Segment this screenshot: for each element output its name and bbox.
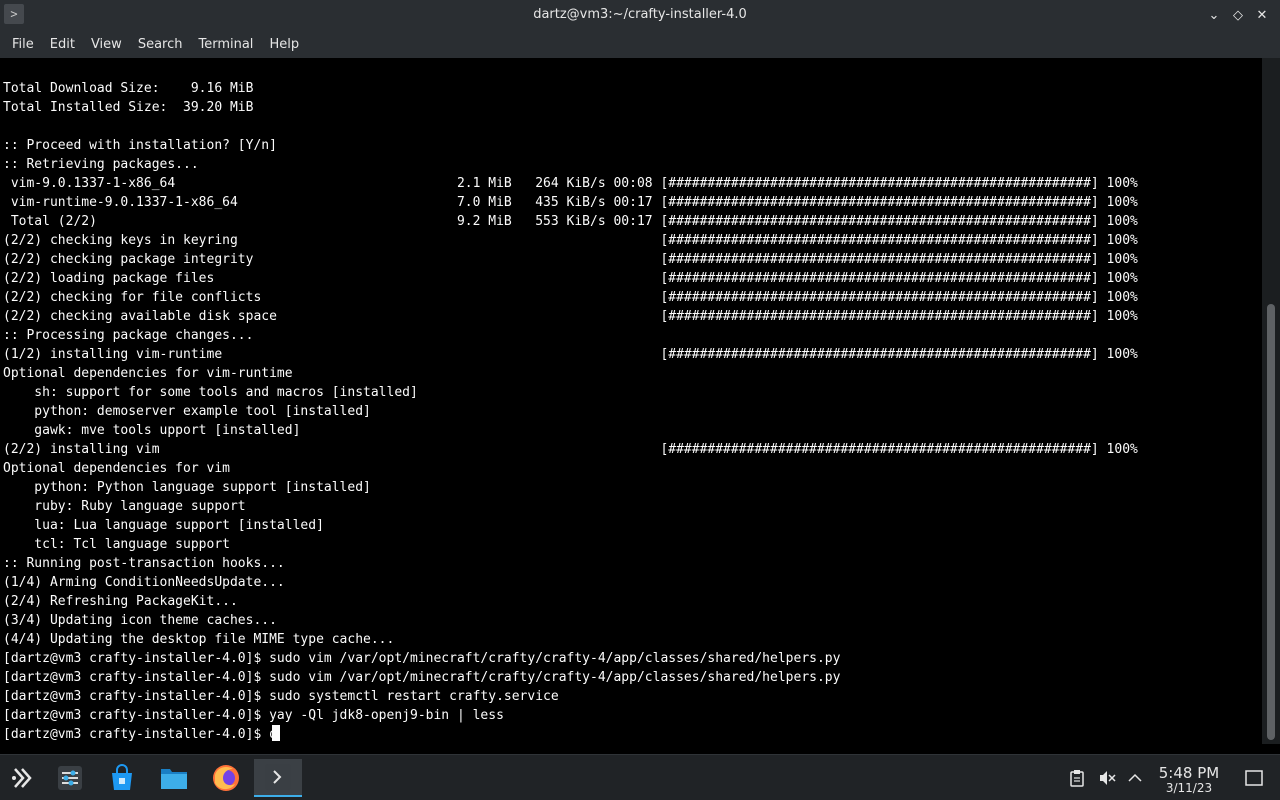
terminal-line: [dartz@vm3 crafty-installer-4.0]$ sudo v… (3, 670, 841, 685)
menu-bar: File Edit View Search Terminal Help (0, 30, 1280, 58)
clock-time: 5:48 PM (1158, 764, 1220, 782)
scrollbar-thumb[interactable] (1267, 304, 1275, 740)
terminal-line: sh: support for some tools and macros [i… (3, 385, 418, 400)
clock-date: 3/11/23 (1165, 781, 1213, 795)
menu-search[interactable]: Search (130, 33, 191, 56)
minimize-button[interactable]: ⌄ (1204, 5, 1224, 25)
menu-edit[interactable]: Edit (42, 33, 83, 56)
terminal-line: :: Retrieving packages... (3, 157, 199, 172)
menu-view[interactable]: View (83, 33, 130, 56)
terminal-line: ruby: Ruby language support (3, 499, 246, 514)
shell-prompt: [dartz@vm3 crafty-installer-4.0]$ (3, 727, 270, 742)
terminal-line: Optional dependencies for vim (3, 461, 230, 476)
terminal-line: (1/2) installing vim-runtime [##########… (3, 347, 1138, 362)
text-cursor (271, 725, 280, 741)
window-title: dartz@vm3:~/crafty-installer-4.0 (533, 7, 747, 22)
terminal-line: (2/2) installing vim [##################… (3, 442, 1138, 457)
terminal-output: Total Download Size: 9.16 MiB Total Insta… (3, 79, 1138, 744)
clipboard-icon[interactable] (1066, 767, 1088, 789)
terminal-prompt-line: [dartz@vm3 crafty-installer-4.0]$ q (3, 725, 1138, 744)
terminal-line: [dartz@vm3 crafty-installer-4.0]$ yay -Q… (3, 708, 504, 723)
terminal-line: Optional dependencies for vim-runtime (3, 366, 293, 381)
terminal-line: :: Proceed with installation? [Y/n] (3, 138, 277, 153)
show-desktop-icon[interactable] (1243, 767, 1265, 789)
close-button[interactable]: ✕ (1252, 5, 1272, 25)
terminal-line: (2/2) loading package files [###########… (3, 271, 1138, 286)
terminal-line: vim-9.0.1337-1-x86_64 2.1 MiB 264 KiB/s … (3, 176, 1138, 191)
terminal-view[interactable]: Total Download Size: 9.16 MiB Total Insta… (0, 58, 1262, 744)
terminal-line: python: demoserver example tool [install… (3, 404, 371, 419)
terminal-line: [dartz@vm3 crafty-installer-4.0]$ sudo v… (3, 651, 841, 666)
window-titlebar: > dartz@vm3:~/crafty-installer-4.0 ⌄ ◇ ✕ (0, 0, 1280, 30)
terminal-line: Total Download Size: 9.16 MiB (3, 81, 254, 96)
terminal-line: (2/2) checking available disk space [###… (3, 309, 1138, 324)
terminal-line: tcl: Tcl language support (3, 537, 230, 552)
terminal-line: python: Python language support [install… (3, 480, 371, 495)
terminal-line: Total (2/2) 9.2 MiB 553 KiB/s 00:17 [###… (3, 214, 1138, 229)
terminal-line: Total Installed Size: 39.20 MiB (3, 100, 254, 115)
terminal-scrollbar[interactable] (1262, 58, 1280, 744)
terminal-line: vim-runtime-9.0.1337-1-x86_64 7.0 MiB 43… (3, 195, 1138, 210)
terminal-line: (3/4) Updating icon theme caches... (3, 613, 277, 628)
terminal-line: (2/4) Refreshing PackageKit... (3, 594, 238, 609)
terminal-line: (4/4) Updating the desktop file MIME typ… (3, 632, 395, 647)
terminal-line: (1/4) Arming ConditionNeedsUpdate... (3, 575, 285, 590)
terminal-line: (2/2) checking for file conflicts [#####… (3, 290, 1138, 305)
tray-expand-icon[interactable] (1124, 767, 1146, 789)
terminal-line: :: Processing package changes... (3, 328, 254, 343)
terminal-icon[interactable] (254, 759, 302, 797)
file-manager-icon[interactable] (154, 759, 194, 797)
terminal-line: lua: Lua language support [installed] (3, 518, 324, 533)
float-button[interactable]: ◇ (1228, 5, 1248, 25)
terminal-line: [dartz@vm3 crafty-installer-4.0]$ sudo s… (3, 689, 559, 704)
terminal-line: (2/2) checking package integrity [######… (3, 252, 1138, 267)
terminal-line: (2/2) checking keys in keyring [########… (3, 233, 1138, 248)
taskbar: 5:48 PM 3/11/23 (0, 754, 1280, 800)
menu-help[interactable]: Help (261, 33, 307, 56)
terminal-line: gawk: mve tools upport [installed] (3, 423, 301, 438)
menu-terminal[interactable]: Terminal (190, 33, 261, 56)
volume-muted-icon[interactable] (1096, 767, 1118, 789)
firefox-icon[interactable] (206, 759, 246, 797)
menu-file[interactable]: File (4, 33, 42, 56)
app-launcher-icon[interactable] (2, 759, 42, 797)
digital-clock[interactable]: 5:48 PM 3/11/23 (1152, 765, 1226, 795)
discover-store-icon[interactable] (102, 759, 142, 797)
terminal-line: :: Running post-transaction hooks... (3, 556, 285, 571)
settings-icon[interactable] (50, 759, 90, 797)
